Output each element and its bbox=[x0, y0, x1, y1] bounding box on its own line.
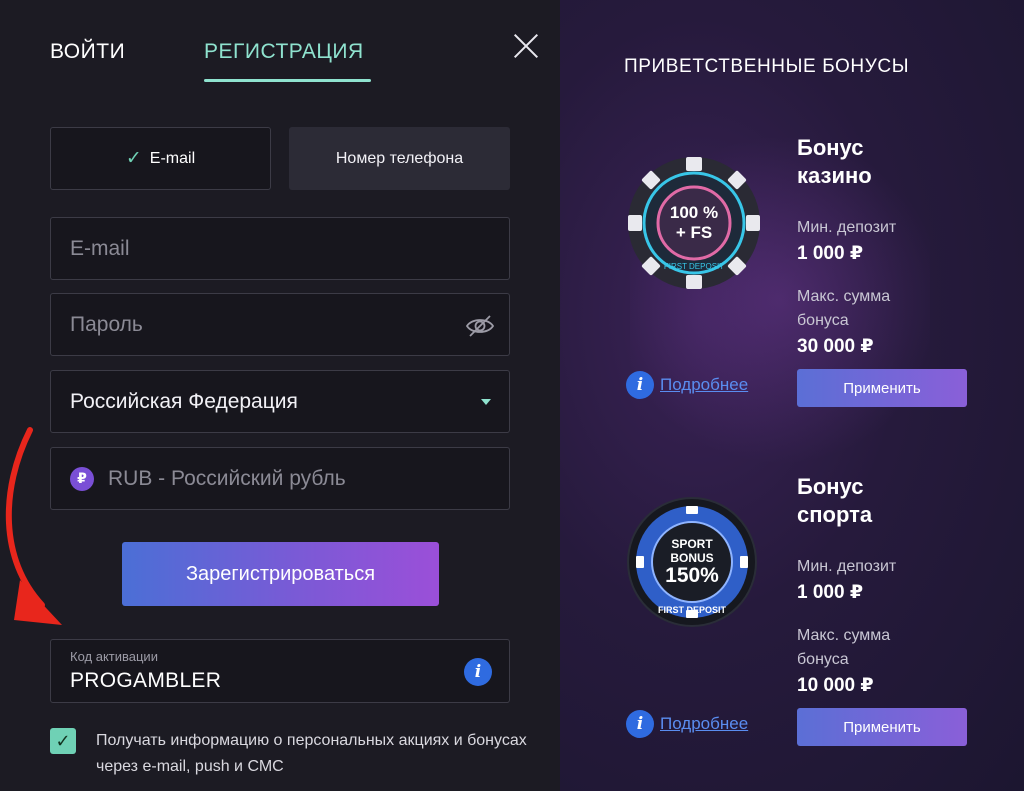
casino-chip-line2: + FS bbox=[676, 223, 712, 242]
register-button[interactable]: Зарегистрироваться bbox=[122, 542, 439, 606]
activation-code-label: Код активации bbox=[70, 649, 158, 664]
casino-max-bonus-value: 30 000 ₽ bbox=[797, 336, 874, 357]
consent-text: Получать информацию о персональных акция… bbox=[96, 732, 527, 775]
sport-chip-line3: 150% bbox=[665, 564, 719, 587]
casino-max-bonus-label: Макс. сумма бонуса bbox=[797, 288, 891, 329]
tab-login[interactable]: ВОЙТИ bbox=[50, 40, 125, 64]
method-email-label: E-mail bbox=[149, 149, 196, 167]
method-email-button[interactable]: ✓ E-mail bbox=[50, 127, 271, 190]
country-select[interactable]: Российская Федерация bbox=[50, 370, 510, 433]
currency-field[interactable]: ₽ RUB - Российский рубль bbox=[50, 447, 510, 510]
casino-min-deposit-label: Мин. депозит bbox=[797, 219, 897, 236]
annotation-arrow-icon bbox=[5, 427, 62, 625]
registration-panel: ВОЙТИ РЕГИСТРАЦИЯ ✓ E-mail Номер телефон… bbox=[0, 0, 560, 791]
bonus-panel: ПРИВЕТСТВЕННЫЕ БОНУСЫ 100 % + FS FIRST D… bbox=[560, 0, 1024, 791]
sport-max-bonus-value: 10 000 ₽ bbox=[797, 675, 874, 696]
info-icon: i bbox=[626, 371, 654, 399]
password-placeholder: Пароль bbox=[70, 312, 143, 336]
close-icon[interactable] bbox=[510, 30, 542, 62]
info-icon: i bbox=[626, 710, 654, 738]
sport-more-label: Подробнее bbox=[660, 714, 749, 733]
email-placeholder: E-mail bbox=[70, 236, 130, 260]
active-tab-indicator bbox=[204, 79, 371, 82]
chevron-down-icon bbox=[481, 399, 491, 405]
casino-more-label: Подробнее bbox=[660, 375, 749, 394]
casino-bonus-title: Бонус казино bbox=[797, 135, 872, 188]
casino-bonus-chip-icon: 100 % + FS FIRST DEPOSIT bbox=[628, 157, 760, 289]
casino-more-link[interactable]: i Подробнее bbox=[626, 371, 748, 399]
password-field[interactable]: Пароль bbox=[50, 293, 510, 356]
tab-register[interactable]: РЕГИСТРАЦИЯ bbox=[204, 40, 364, 64]
check-icon: ✓ bbox=[125, 148, 142, 169]
sport-bonus-title: Бонус спорта bbox=[797, 474, 873, 527]
activation-code-field[interactable]: Код активации PROGAMBLER i bbox=[50, 639, 510, 703]
sport-min-deposit-value: 1 000 ₽ bbox=[797, 582, 864, 603]
consent-checkbox[interactable]: ✓ bbox=[50, 728, 76, 754]
sport-bonus-chip-icon: SPORT BONUS 150% FIRST DEPOSIT bbox=[627, 497, 757, 627]
sport-chip-ring-text: FIRST DEPOSIT bbox=[658, 605, 727, 615]
email-field[interactable]: E-mail bbox=[50, 217, 510, 280]
method-phone-button[interactable]: Номер телефона bbox=[289, 127, 510, 190]
sport-apply-button[interactable]: Применить bbox=[797, 708, 967, 746]
sport-more-link[interactable]: i Подробнее bbox=[626, 710, 748, 738]
eye-slash-icon[interactable] bbox=[465, 311, 495, 341]
bonus-panel-title: ПРИВЕТСТВЕННЫЕ БОНУСЫ bbox=[624, 56, 910, 77]
country-value: Российская Федерация bbox=[70, 389, 298, 413]
casino-chip-ring-text: FIRST DEPOSIT bbox=[664, 262, 724, 271]
info-icon[interactable]: i bbox=[464, 658, 492, 686]
sport-chip-line2: BONUS bbox=[670, 551, 713, 565]
sport-chip-line1: SPORT bbox=[671, 537, 713, 551]
casino-chip-line1: 100 % bbox=[670, 203, 718, 222]
method-phone-label: Номер телефона bbox=[335, 149, 464, 167]
currency-value: RUB - Российский рубль bbox=[108, 466, 346, 490]
sport-max-bonus-label: Макс. сумма бонуса bbox=[797, 627, 891, 668]
activation-code-value: PROGAMBLER bbox=[70, 669, 222, 692]
casino-min-deposit-value: 1 000 ₽ bbox=[797, 243, 864, 264]
casino-apply-button[interactable]: Применить bbox=[797, 369, 967, 407]
sport-min-deposit-label: Мин. депозит bbox=[797, 558, 897, 575]
